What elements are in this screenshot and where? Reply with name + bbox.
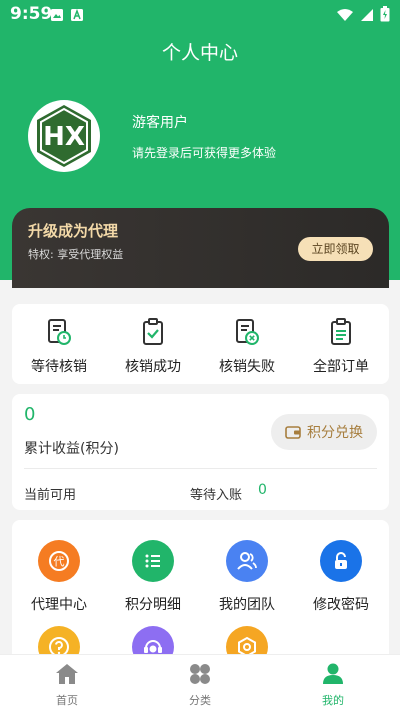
vip-upgrade-card[interactable]: 升级成为代理 特权: 享受代理权益 立即领取 [12,208,389,288]
order-label: 全部订单 [313,359,369,375]
hx-logo-icon: HX [29,101,99,171]
page-title: 个人中心 [161,42,238,64]
tab-label: 分类 [189,694,211,707]
list-clipboard-icon [331,318,351,345]
pending-label: 等待入账 [190,488,243,503]
battery-icon [380,6,390,26]
bottom-tab-bar: 首页 分类 我的 [0,654,400,711]
vip-description: 特权: 享受代理权益 [28,248,124,261]
tool-label: 代理中心 [31,597,87,613]
tool-label: 我的团队 [219,597,275,613]
home-icon [56,664,78,684]
check-clipboard-icon [143,318,163,345]
tab-home[interactable]: 首页 [17,663,117,708]
logo-text: HX [43,122,85,152]
lock-icon [320,540,362,582]
order-writeoff-success[interactable]: 核销成功 [106,318,200,376]
tool-change-password[interactable]: 修改密码 [294,540,388,614]
gallery-notification-icon [50,7,64,26]
tool-points-detail[interactable]: 积分明细 [106,540,200,614]
user-icon [323,663,343,684]
wifi-icon [336,7,354,26]
wallet-icon [285,425,301,439]
tool-label: 修改密码 [313,597,369,613]
earnings-card: 0 累计收益(积分) 积分兑换 当前可用 等待入账 0 [12,394,389,510]
points-redeem-button[interactable]: 积分兑换 [271,414,377,450]
orders-card: 等待核销 核销成功 核销失败 全部订单 [12,304,389,384]
avatar[interactable]: HX [28,100,100,172]
tab-label: 首页 [56,694,78,707]
order-label: 等待核销 [31,359,87,375]
order-writeoff-failed[interactable]: 核销失败 [200,318,294,376]
signal-icon [360,7,374,26]
order-all[interactable]: 全部订单 [294,318,388,376]
claim-now-button[interactable]: 立即领取 [298,237,373,261]
total-earnings-value: 0 [24,404,36,425]
order-label: 核销成功 [125,359,181,375]
tab-label: 我的 [322,694,344,707]
order-label: 核销失败 [219,359,275,375]
divider [24,468,377,469]
tool-label: 积分明细 [125,597,181,613]
login-hint[interactable]: 请先登录后可获得更多体验 [132,144,276,161]
tool-my-team[interactable]: 我的团队 [200,540,294,614]
redeem-label: 积分兑换 [307,425,363,441]
tab-category[interactable]: 分类 [150,663,250,708]
svg-text:代: 代 [54,555,65,568]
tab-mine[interactable]: 我的 [283,663,383,708]
agent-icon: 代 [38,540,80,582]
user-name[interactable]: 游客用户 [132,112,188,132]
total-earnings-label: 累计收益(积分) [24,441,119,457]
x-doc-icon [236,319,259,345]
order-pending-writeoff[interactable]: 等待核销 [12,318,106,376]
pending-value: 0 [258,482,267,498]
category-icon [190,664,210,684]
status-time: 9:59 [10,4,53,24]
clock-doc-icon [48,319,71,345]
list-icon [132,540,174,582]
status-bar: 9:59 [0,0,400,30]
app-notification-icon [70,7,84,26]
available-label: 当前可用 [24,488,77,503]
vip-title: 升级成为代理 [28,222,119,240]
tool-agent-center[interactable]: 代 代理中心 [12,540,106,614]
team-icon [226,540,268,582]
